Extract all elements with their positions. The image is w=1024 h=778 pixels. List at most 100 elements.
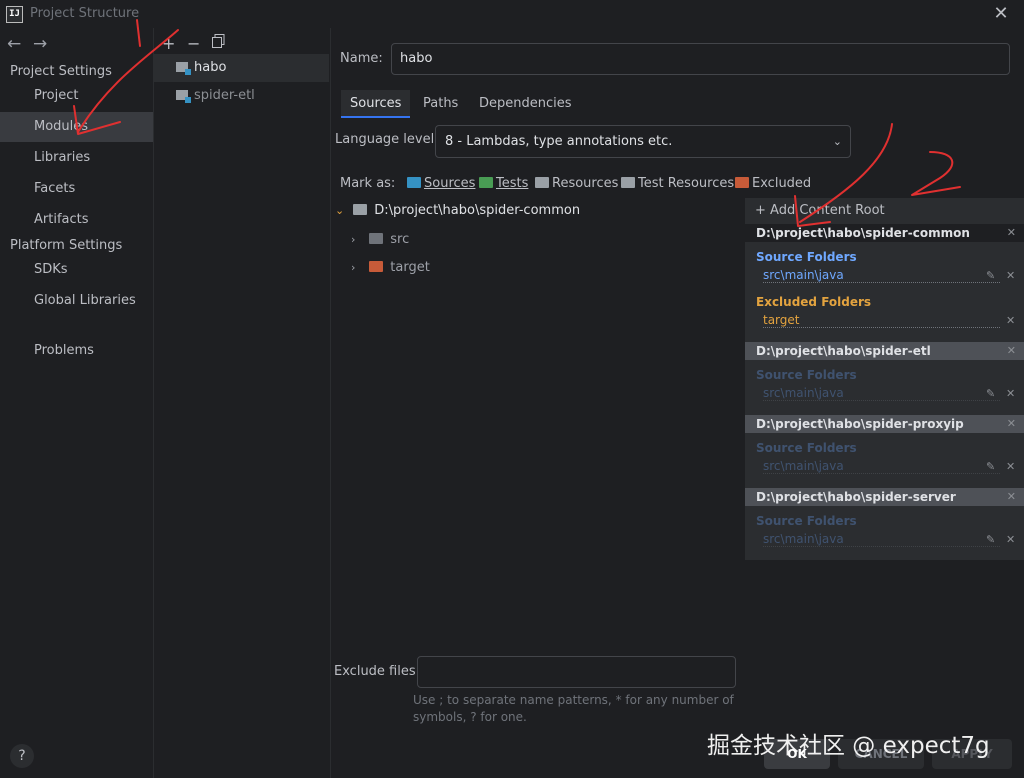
title-bar — [0, 0, 1024, 28]
excluded-folder-path: target — [763, 313, 1000, 328]
minus-icon[interactable]: − — [187, 34, 200, 53]
help-icon[interactable]: ? — [10, 744, 34, 768]
folder-icon — [735, 177, 749, 188]
module-item-habo[interactable]: habo — [154, 54, 329, 82]
mark-as-label: Mark as: — [340, 176, 396, 191]
excluded-folders-title: Excluded Folders — [756, 295, 872, 309]
folder-icon — [407, 177, 421, 188]
source-folders-title: Source Folders — [756, 368, 857, 382]
remove-icon[interactable]: ✕ — [1006, 533, 1015, 546]
sidebar-item-libraries[interactable]: Libraries — [0, 143, 153, 173]
mark-label: Sources — [424, 176, 476, 191]
exclude-files-label: Exclude files: — [334, 664, 421, 679]
tree-root-label: D:\project\habo\spider-common — [374, 203, 581, 218]
exclude-hint-line-2: symbols, ? for one. — [413, 710, 527, 724]
source-folders-title: Source Folders — [756, 441, 857, 455]
add-content-root-button[interactable]: + Add Content Root — [755, 203, 885, 218]
close-icon[interactable]: ✕ — [990, 4, 1012, 24]
folder-icon — [369, 233, 384, 244]
source-folder-path: src\main\java — [763, 459, 1000, 474]
module-item-spider-etl[interactable]: spider-etl — [154, 82, 329, 110]
section-platform-settings: Platform Settings — [10, 238, 123, 253]
module-label: spider-etl — [194, 88, 255, 103]
language-level-label: Language level: — [335, 132, 439, 147]
source-folder-path: src\main\java — [763, 268, 1000, 283]
source-folder-path: src\main\java — [763, 532, 1000, 547]
sidebar-item-global-libraries[interactable]: Global Libraries — [0, 286, 153, 316]
remove-icon[interactable]: ✕ — [1006, 314, 1015, 327]
tree-node-label: target — [390, 260, 430, 275]
tab-paths[interactable]: Paths — [414, 90, 467, 118]
test-resources-folder-icon — [621, 177, 635, 188]
excluded-folder-icon — [369, 261, 384, 272]
close-icon[interactable]: ✕ — [1007, 224, 1016, 242]
source-folders-title: Source Folders — [756, 250, 857, 264]
exclude-files-input[interactable] — [417, 656, 736, 688]
tab-sources[interactable]: Sources — [341, 90, 411, 118]
plus-icon[interactable]: + — [162, 34, 175, 53]
sidebar-item-facets[interactable]: Facets — [0, 174, 153, 204]
copy-icon[interactable] — [212, 33, 225, 52]
modules-list-panel — [153, 28, 330, 778]
mark-excluded-button[interactable]: Excluded — [735, 176, 811, 191]
sidebar-item-problems[interactable]: Problems — [0, 336, 153, 366]
language-level-value: 8 - Lambdas, type annotations etc. — [445, 134, 673, 149]
exclude-hint-line-1: Use ; to separate name patterns, * for a… — [413, 693, 734, 707]
module-icon — [176, 62, 191, 75]
language-level-select[interactable]: 8 - Lambdas, type annotations etc. ⌄ — [435, 125, 851, 158]
edit-icon[interactable]: ✎ — [986, 269, 995, 282]
arrow-left-icon[interactable]: ← — [7, 34, 21, 54]
content-root-header[interactable]: D:\project\habo\spider-common ✕ — [745, 224, 1024, 242]
name-label: Name: — [340, 51, 383, 66]
remove-icon[interactable]: ✕ — [1006, 387, 1015, 400]
edit-icon[interactable]: ✎ — [986, 533, 995, 546]
module-icon — [176, 90, 191, 103]
chevron-down-icon: ⌄ — [335, 204, 345, 217]
mark-label: Tests — [496, 176, 529, 191]
module-label: habo — [194, 60, 227, 75]
content-root-header[interactable]: D:\project\habo\spider-etl ✕ — [745, 342, 1024, 360]
close-icon[interactable]: ✕ — [1007, 342, 1016, 360]
tab-dependencies[interactable]: Dependencies — [470, 90, 581, 118]
watermark-text: 掘金技术社区 @ expect7g — [707, 733, 990, 759]
source-folders-title: Source Folders — [756, 514, 857, 528]
content-root-header[interactable]: D:\project\habo\spider-proxyip ✕ — [745, 415, 1024, 433]
close-icon[interactable]: ✕ — [1007, 488, 1016, 506]
sidebar-item-sdks[interactable]: SDKs — [0, 255, 153, 285]
tree-node-target[interactable]: › target — [351, 255, 430, 281]
content-root-path: D:\project\habo\spider-server — [756, 490, 956, 504]
add-content-root-label: Add Content Root — [770, 203, 885, 218]
chevron-right-icon: › — [351, 233, 356, 246]
tree-root-node[interactable]: ⌄ D:\project\habo\spider-common — [335, 198, 580, 224]
plus-icon: + — [755, 203, 766, 218]
sidebar-item-project[interactable]: Project — [0, 81, 153, 111]
mark-test-resources-button[interactable]: Test Resources — [621, 176, 734, 191]
mark-sources-button[interactable]: Sources — [407, 176, 475, 191]
mark-resources-button[interactable]: Resources — [535, 176, 618, 191]
edit-icon[interactable]: ✎ — [986, 460, 995, 473]
sidebar-item-artifacts[interactable]: Artifacts — [0, 205, 153, 235]
mark-label: Excluded — [752, 176, 812, 191]
intellij-logo-icon: IJ — [6, 6, 23, 23]
edit-icon[interactable]: ✎ — [986, 387, 995, 400]
folder-icon — [353, 204, 368, 215]
close-icon[interactable]: ✕ — [1007, 415, 1016, 433]
source-folder-path: src\main\java — [763, 386, 1000, 401]
arrow-right-icon[interactable]: → — [33, 34, 47, 54]
name-input[interactable]: habo — [391, 43, 1010, 75]
section-project-settings: Project Settings — [10, 64, 112, 79]
chevron-right-icon: › — [351, 261, 356, 274]
sidebar-item-modules[interactable]: Modules — [0, 112, 153, 142]
chevron-down-icon: ⌄ — [832, 135, 842, 148]
mark-tests-button[interactable]: Tests — [479, 176, 528, 191]
remove-icon[interactable]: ✕ — [1006, 269, 1015, 282]
tree-node-src[interactable]: › src — [351, 227, 409, 253]
remove-icon[interactable]: ✕ — [1006, 460, 1015, 473]
content-root-path: D:\project\habo\spider-common — [756, 226, 970, 240]
folder-icon — [479, 177, 493, 188]
tree-node-label: src — [390, 232, 410, 247]
resources-folder-icon — [535, 177, 549, 188]
mark-label: Test Resources — [638, 176, 735, 191]
content-root-header[interactable]: D:\project\habo\spider-server ✕ — [745, 488, 1024, 506]
window-title: Project Structure — [30, 6, 140, 21]
